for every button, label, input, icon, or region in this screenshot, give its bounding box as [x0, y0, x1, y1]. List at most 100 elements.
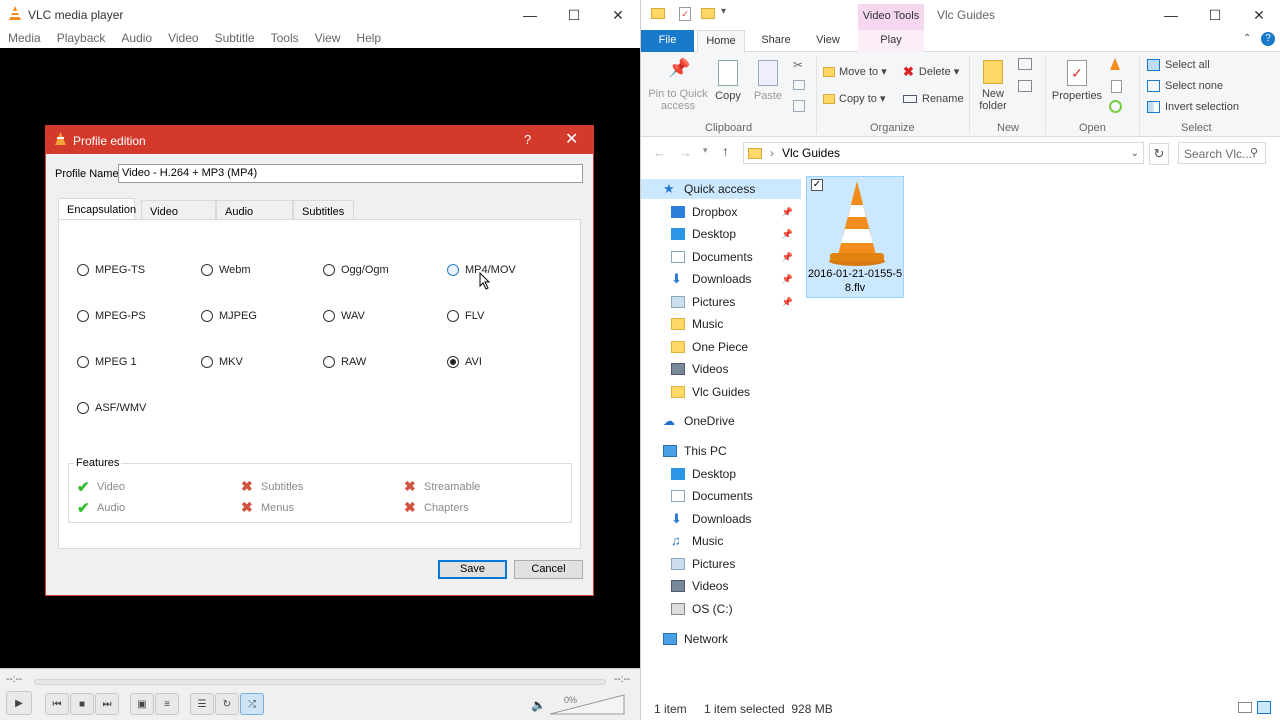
- refresh-button[interactable]: ↻: [1149, 143, 1169, 165]
- volume-slider[interactable]: [550, 693, 626, 715]
- rename-button[interactable]: Rename: [903, 93, 964, 105]
- menu-view[interactable]: View: [307, 30, 349, 48]
- properties-button[interactable]: ✓ Properties: [1051, 60, 1103, 102]
- file-item[interactable]: ✓ 2016-01-21-0155-58.flv: [806, 176, 904, 298]
- seek-bar[interactable]: [34, 679, 606, 685]
- nav-network[interactable]: Network: [641, 629, 801, 649]
- select-none-button[interactable]: Select none: [1147, 80, 1223, 92]
- menu-subtitle[interactable]: Subtitle: [207, 30, 263, 48]
- nav-pc-documents[interactable]: Documents: [641, 486, 801, 506]
- delete-button[interactable]: ✖ Delete ▾: [903, 65, 959, 78]
- save-button[interactable]: Save: [438, 560, 507, 579]
- menu-audio[interactable]: Audio: [113, 30, 160, 48]
- stop-button[interactable]: ■: [70, 693, 94, 715]
- radio-mpeg-ps[interactable]: MPEG-PS: [77, 310, 146, 322]
- nav-os-c[interactable]: OS (C:): [641, 599, 801, 619]
- nav-vlc-guides[interactable]: Vlc Guides: [641, 382, 801, 402]
- nav-desktop[interactable]: Desktop 📌: [641, 224, 801, 244]
- new-folder-quick-icon[interactable]: [701, 8, 715, 19]
- radio-asf-wmv[interactable]: ASF/WMV: [77, 402, 146, 414]
- move-to-button[interactable]: Move to ▾: [823, 66, 887, 78]
- paste-shortcut-icon[interactable]: [793, 100, 805, 112]
- menu-help[interactable]: Help: [348, 30, 389, 48]
- cancel-button[interactable]: Cancel: [514, 560, 583, 579]
- radio-avi[interactable]: AVI: [447, 356, 482, 368]
- nav-this-pc[interactable]: This PC: [641, 441, 801, 461]
- back-icon[interactable]: ←: [653, 145, 666, 160]
- play-button[interactable]: ▶: [6, 691, 32, 715]
- select-all-button[interactable]: Select all: [1147, 59, 1210, 71]
- tab-subtitles[interactable]: Subtitles: [293, 200, 354, 220]
- nav-pc-music[interactable]: ♫ Music: [641, 531, 801, 551]
- nav-documents[interactable]: Documents 📌: [641, 247, 801, 267]
- tab-play[interactable]: Play: [858, 30, 924, 52]
- explorer-close-button[interactable]: ✕: [1237, 0, 1280, 30]
- radio-mkv[interactable]: MKV: [201, 356, 243, 368]
- cut-icon[interactable]: ✂: [793, 58, 803, 72]
- radio-mpeg-ts[interactable]: MPEG-TS: [77, 264, 145, 276]
- tab-file[interactable]: File: [641, 30, 694, 52]
- address-bar[interactable]: › Vlc Guides ⌄: [743, 142, 1144, 164]
- collapse-ribbon-icon[interactable]: ⌃: [1243, 33, 1251, 44]
- playlist-button[interactable]: ☰: [190, 693, 214, 715]
- up-icon[interactable]: ↑: [722, 143, 729, 159]
- help-icon[interactable]: ?: [1261, 32, 1275, 46]
- loop-button[interactable]: ↻: [215, 693, 239, 715]
- radio-ogg[interactable]: Ogg/Ogm: [323, 264, 389, 276]
- fullscreen-button[interactable]: ▣: [130, 693, 154, 715]
- history-icon[interactable]: [1109, 100, 1122, 113]
- radio-mjpeg[interactable]: MJPEG: [201, 310, 257, 322]
- tab-home[interactable]: Home: [697, 30, 745, 52]
- explorer-minimize-button[interactable]: —: [1149, 0, 1193, 30]
- nav-onedrive[interactable]: ☁ OneDrive: [641, 411, 801, 431]
- pin-quick-access-button[interactable]: 📌 Pin to Quick access: [647, 59, 709, 112]
- nav-pc-videos[interactable]: Videos: [641, 576, 801, 596]
- details-view-icon[interactable]: [1238, 702, 1252, 713]
- tab-audio-codec[interactable]: Audio codec: [216, 200, 293, 230]
- open-vlc-icon[interactable]: [1109, 58, 1121, 72]
- tab-video-codec[interactable]: Video codec: [141, 200, 216, 230]
- properties-quick-icon[interactable]: ✓: [679, 7, 691, 21]
- address-dropdown-icon[interactable]: ⌄: [1131, 148, 1139, 159]
- shuffle-button[interactable]: ⤮: [240, 693, 264, 715]
- nav-dropbox[interactable]: Dropbox 📌: [641, 202, 801, 222]
- breadcrumb-vlc-guides[interactable]: Vlc Guides: [782, 146, 840, 160]
- recent-locations-icon[interactable]: ▾: [703, 145, 708, 156]
- radio-webm[interactable]: Webm: [201, 264, 251, 276]
- radio-mpeg1[interactable]: MPEG 1: [77, 356, 137, 368]
- explorer-maximize-button[interactable]: ☐: [1193, 0, 1237, 30]
- new-item-icon[interactable]: [1018, 58, 1032, 70]
- large-icons-view-icon[interactable]: [1257, 701, 1271, 714]
- extended-settings-button[interactable]: ≡: [155, 693, 179, 715]
- customize-toolbar-icon[interactable]: ▾: [721, 6, 726, 17]
- paste-button[interactable]: Paste: [753, 60, 783, 102]
- edit-icon[interactable]: [1111, 80, 1122, 93]
- new-folder-button[interactable]: New folder: [977, 60, 1009, 112]
- speaker-icon[interactable]: 🔈: [531, 698, 546, 712]
- menu-video[interactable]: Video: [160, 30, 206, 48]
- profile-name-input[interactable]: Video - H.264 + MP3 (MP4): [118, 164, 583, 183]
- nav-pictures[interactable]: Pictures 📌: [641, 292, 801, 312]
- nav-music[interactable]: Music: [641, 314, 801, 334]
- nav-pc-desktop[interactable]: Desktop: [641, 464, 801, 484]
- radio-raw[interactable]: RAW: [323, 356, 366, 368]
- forward-icon[interactable]: →: [679, 145, 692, 160]
- radio-wav[interactable]: WAV: [323, 310, 365, 322]
- maximize-button[interactable]: ☐: [552, 0, 596, 30]
- invert-selection-button[interactable]: Invert selection: [1147, 101, 1239, 113]
- previous-button[interactable]: ⏮: [45, 693, 69, 715]
- nav-downloads[interactable]: ⬇ Downloads 📌: [641, 269, 801, 289]
- help-button[interactable]: ?: [524, 132, 531, 147]
- tab-view[interactable]: View: [803, 30, 853, 52]
- nav-quick-access[interactable]: ★ Quick access: [641, 179, 801, 199]
- menu-playback[interactable]: Playback: [49, 30, 114, 48]
- checkbox-icon[interactable]: ✓: [811, 179, 823, 191]
- nav-one-piece[interactable]: One Piece: [641, 337, 801, 357]
- minimize-button[interactable]: —: [508, 0, 552, 30]
- menu-tools[interactable]: Tools: [263, 30, 307, 48]
- easy-access-icon[interactable]: [1018, 80, 1032, 92]
- breadcrumb-chevron-icon[interactable]: ›: [770, 146, 774, 160]
- nav-pc-downloads[interactable]: ⬇ Downloads: [641, 509, 801, 529]
- copy-to-button[interactable]: Copy to ▾: [823, 93, 886, 105]
- tab-share[interactable]: Share: [751, 30, 801, 52]
